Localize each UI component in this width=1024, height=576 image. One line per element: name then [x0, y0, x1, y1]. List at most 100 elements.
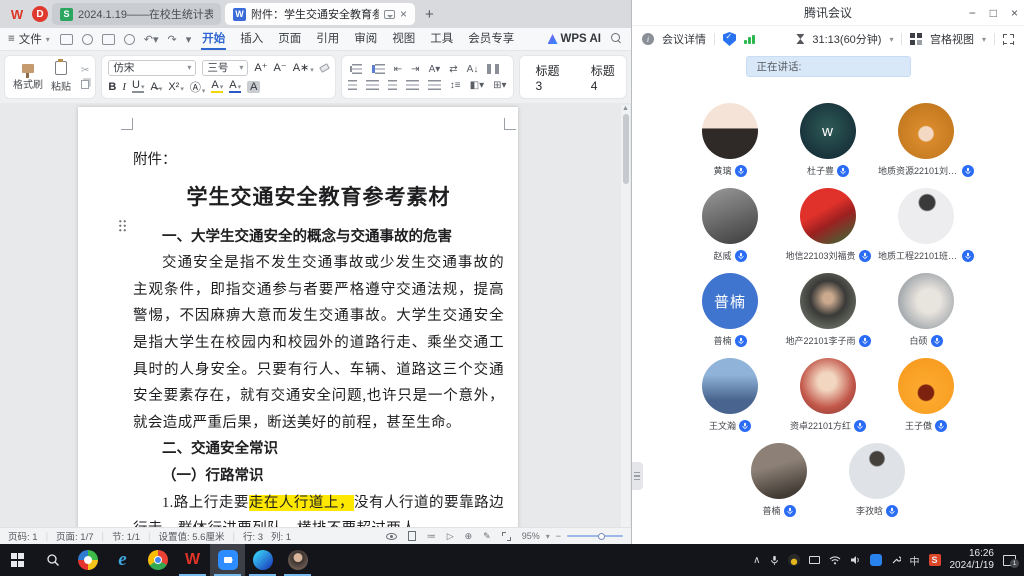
participant-tile[interactable]: 地产22101李子雨: [779, 273, 877, 358]
tab-review[interactable]: 审阅: [353, 28, 378, 50]
docer-logo[interactable]: D: [32, 6, 48, 22]
wps-ai-button[interactable]: WPS AI: [548, 33, 601, 45]
participant-tile[interactable]: 李孜晗: [828, 443, 926, 528]
close-button[interactable]: ×: [1011, 6, 1018, 20]
tab-page[interactable]: 页面: [277, 28, 302, 50]
copy-icon[interactable]: [81, 80, 89, 89]
chevron-down-icon[interactable]: ▾: [982, 35, 986, 44]
text-effects-button[interactable]: A∗▾: [293, 61, 314, 74]
font-size-select[interactable]: 三号▾: [202, 60, 248, 76]
align-left-icon[interactable]: [348, 80, 357, 90]
tab-tools[interactable]: 工具: [429, 28, 454, 50]
increase-indent-icon[interactable]: ⇥: [411, 64, 419, 75]
meeting-details-button[interactable]: 会议详情: [662, 31, 706, 47]
justify-icon[interactable]: [406, 80, 419, 90]
print-icon[interactable]: [102, 34, 115, 45]
increase-font-button[interactable]: A⁺: [254, 61, 267, 74]
participant-avatar[interactable]: [702, 188, 758, 244]
outline-view-icon[interactable]: ≔: [427, 531, 436, 542]
participant-tile[interactable]: 王子傲: [877, 358, 975, 443]
strikethrough-button[interactable]: A̶▾: [150, 81, 162, 93]
format-painter-button[interactable]: 格式刷: [11, 64, 45, 91]
internet-explorer-button[interactable]: e: [105, 544, 140, 576]
undo-icon[interactable]: ↶▾: [144, 33, 159, 46]
tab-member[interactable]: 会员专享: [467, 28, 515, 50]
taskbar-clock[interactable]: 16:26 2024/1/19: [950, 548, 995, 573]
style-heading4[interactable]: 标题 4: [591, 62, 620, 93]
collapsed-panel-handle[interactable]: [632, 462, 643, 490]
participant-tile[interactable]: 白硕: [877, 273, 975, 358]
paragraph-drag-handle[interactable]: [118, 219, 127, 232]
borders-icon[interactable]: ⊞▾: [493, 80, 506, 91]
scroll-up-icon[interactable]: ▲: [621, 105, 630, 112]
meeting-title-bar[interactable]: 腾讯会议 − □ ×: [632, 0, 1024, 26]
tab-view[interactable]: 视图: [391, 28, 416, 50]
scrollbar-thumb[interactable]: [623, 114, 629, 184]
participant-avatar[interactable]: [800, 358, 856, 414]
decrease-font-button[interactable]: A⁻: [274, 61, 287, 74]
participant-avatar[interactable]: [898, 273, 954, 329]
bold-button[interactable]: B: [108, 81, 116, 93]
notification-center-icon[interactable]: 1: [1003, 555, 1016, 566]
eye-icon[interactable]: [386, 533, 397, 540]
highlight-color-button[interactable]: A▾: [211, 80, 223, 93]
document-tab-safety[interactable]: W 附件：学生交通安全教育参考 ×: [225, 3, 415, 25]
edge-taskbar-button[interactable]: [245, 544, 280, 576]
display-icon[interactable]: [809, 556, 820, 564]
char-scale-icon[interactable]: ⇄: [449, 64, 457, 75]
text-direction-icon[interactable]: A▾: [429, 64, 441, 75]
minimize-button[interactable]: −: [969, 6, 976, 20]
participant-avatar[interactable]: w: [800, 103, 856, 159]
participant-avatar[interactable]: [702, 103, 758, 159]
wps-taskbar-button[interactable]: W: [175, 544, 210, 576]
tray-expand-icon[interactable]: ∧: [753, 555, 760, 566]
participant-tile[interactable]: 普楠: [730, 443, 828, 528]
tab-insert[interactable]: 插入: [239, 28, 264, 50]
participant-tile[interactable]: 地质资源22101刘佳瑶: [877, 103, 975, 188]
align-right-icon[interactable]: [388, 80, 397, 90]
tool-icon[interactable]: [891, 555, 901, 565]
participant-tile[interactable]: 黄璃: [681, 103, 779, 188]
font-color-button[interactable]: A▾: [229, 80, 241, 93]
output-icon[interactable]: [82, 34, 93, 45]
participant-avatar[interactable]: [702, 358, 758, 414]
chevron-down-icon[interactable]: ▾: [546, 532, 550, 541]
view-mode-button[interactable]: 宫格视图: [930, 31, 974, 47]
clear-format-icon[interactable]: [319, 63, 330, 73]
vertical-scrollbar[interactable]: ▲: [621, 105, 630, 527]
tab-close-icon[interactable]: ×: [400, 8, 407, 20]
new-tab-button[interactable]: +: [419, 6, 440, 23]
decrease-indent-icon[interactable]: ⇤: [394, 64, 402, 75]
search-icon[interactable]: [611, 33, 623, 45]
pen-icon[interactable]: ✎: [483, 531, 491, 542]
document-page[interactable]: 附件： 学生交通安全教育参考素材 一、大学生交通安全的概念与交通事故的危害 交通…: [78, 107, 518, 527]
web-layout-icon[interactable]: ⊕: [465, 531, 473, 542]
file-menu[interactable]: ≡ 文件 ▾: [8, 31, 50, 47]
maximize-button[interactable]: □: [990, 6, 997, 20]
document-area[interactable]: 附件： 学生交通安全教育参考素材 一、大学生交通安全的概念与交通事故的危害 交通…: [0, 103, 631, 527]
distribute-icon[interactable]: [428, 80, 441, 90]
read-mode-icon[interactable]: ▷: [447, 531, 454, 542]
speaker-icon[interactable]: [850, 555, 861, 565]
participant-tile[interactable]: w 杜子豊: [779, 103, 877, 188]
tab-home[interactable]: 开始: [201, 28, 226, 50]
zoom-out-button[interactable]: −: [556, 531, 561, 541]
preview-icon[interactable]: [124, 34, 135, 45]
meeting-tray-icon[interactable]: [870, 554, 882, 566]
participant-avatar[interactable]: [898, 188, 954, 244]
tab-references[interactable]: 引用: [315, 28, 340, 50]
columns-icon[interactable]: [487, 64, 499, 74]
sort-icon[interactable]: A↓: [467, 64, 479, 75]
align-center-icon[interactable]: [366, 80, 379, 90]
tray-mic-icon[interactable]: [770, 555, 779, 566]
browser-360-button[interactable]: [70, 544, 105, 576]
messenger-taskbar-button[interactable]: [280, 544, 315, 576]
participant-tile[interactable]: 普楠 普楠: [681, 273, 779, 358]
participant-tile[interactable]: 地信22103刘福贵: [779, 188, 877, 273]
participant-avatar[interactable]: [800, 188, 856, 244]
participant-avatar[interactable]: [898, 358, 954, 414]
wifi-icon[interactable]: [829, 555, 841, 565]
style-heading3[interactable]: 标题 3: [536, 62, 565, 93]
save-icon[interactable]: [60, 34, 73, 45]
line-spacing-icon[interactable]: ↕≡: [450, 80, 461, 91]
